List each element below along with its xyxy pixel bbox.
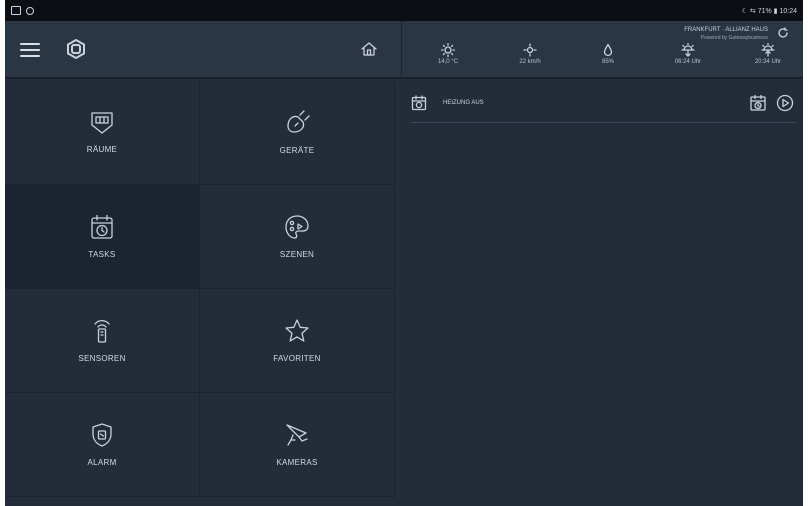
star-icon	[285, 319, 309, 342]
task-name: HEIZUNG AUS	[443, 100, 484, 106]
tile-label: TASKS	[88, 250, 116, 259]
app-window: FRANKFURT · ALLIANZ HAUS Powered by Gate…	[5, 21, 803, 506]
gallery-icon	[11, 6, 21, 15]
tile-geraete[interactable]: GERÄTE	[200, 81, 395, 185]
tile-alarm[interactable]: ALARM	[5, 393, 200, 497]
sun-icon	[441, 43, 455, 57]
brightness-icon	[523, 43, 537, 57]
weather-item-humidity: 85%	[583, 43, 633, 65]
tile-label: KAMERAS	[276, 458, 318, 467]
schedule-icon[interactable]	[749, 94, 767, 112]
tile-label: ALARM	[87, 458, 117, 467]
weather-value: 85%	[601, 59, 614, 65]
tile-raeume[interactable]: RÄUME	[5, 81, 200, 185]
header-divider	[401, 21, 402, 77]
tile-sensoren[interactable]: SENSOREN	[5, 289, 200, 393]
weather-value: 20:34 Uhr	[754, 59, 782, 65]
status-text: ☾ ⇆ 71% ▮ 10:24	[741, 7, 797, 15]
settings-icon	[26, 6, 34, 15]
tile-favoriten[interactable]: FAVORITEN	[200, 289, 395, 393]
refresh-icon[interactable]	[777, 27, 789, 39]
tasks-calendar-icon	[91, 214, 113, 239]
weather-item-temperature: 14,0 °C	[423, 43, 473, 65]
task-row[interactable]: HEIZUNG AUS	[411, 84, 796, 123]
tile-label: SENSOREN	[78, 354, 126, 363]
home-icon[interactable]	[357, 37, 381, 61]
sensor-icon	[94, 320, 110, 343]
sunrise-icon	[681, 43, 695, 57]
tile-label: GERÄTE	[279, 146, 315, 155]
weather-item-sunrise: 06:24 Uhr	[663, 43, 713, 65]
play-icon[interactable]	[776, 94, 794, 112]
main-menu-grid: RÄUME GERÄTE TASKS SZENEN SENSOREN FAVOR…	[5, 81, 395, 506]
tile-label: RÄUME	[86, 145, 118, 154]
plug-icon	[287, 110, 310, 133]
location-powered-by: Powered by Gatewaybusiness	[700, 35, 768, 41]
rooms-icon	[91, 112, 113, 134]
shield-icon	[92, 423, 112, 447]
scenes-palette-icon	[285, 215, 309, 239]
weather-item-sunset: 20:34 Uhr	[743, 43, 793, 65]
camera-icon	[286, 424, 308, 446]
tile-label: SZENEN	[279, 250, 315, 259]
tile-szenen[interactable]: SZENEN	[200, 185, 395, 289]
raindrop-icon	[603, 43, 613, 57]
weather-value: 06:24 Uhr	[674, 59, 702, 65]
weather-value: 14,0 °C	[437, 59, 459, 65]
tasks-panel: HEIZUNG AUS	[403, 81, 803, 506]
location-label[interactable]: FRANKFURT · ALLIANZ HAUS Powered by Gate…	[684, 26, 768, 42]
weather-value: 22 km/h	[519, 59, 541, 65]
top-bar: FRANKFURT · ALLIANZ HAUS Powered by Gate…	[5, 21, 803, 79]
task-calendar-icon	[411, 95, 427, 111]
location-name: FRANKFURT · ALLIANZ HAUS	[684, 27, 768, 33]
sunset-icon	[761, 43, 775, 57]
weather-item-wind: 22 km/h	[505, 43, 555, 65]
tile-tasks[interactable]: TASKS	[5, 185, 200, 289]
app-logo-icon	[67, 39, 85, 59]
status-bar: ☾ ⇆ 71% ▮ 10:24	[5, 0, 803, 21]
weather-bar: 14,0 °C 22 km/h 85% 06:24 Uhr 20:34 Uhr	[423, 43, 793, 77]
menu-icon[interactable]	[20, 43, 40, 58]
tile-kameras[interactable]: KAMERAS	[200, 393, 395, 497]
tile-label: FAVORITEN	[273, 354, 321, 363]
